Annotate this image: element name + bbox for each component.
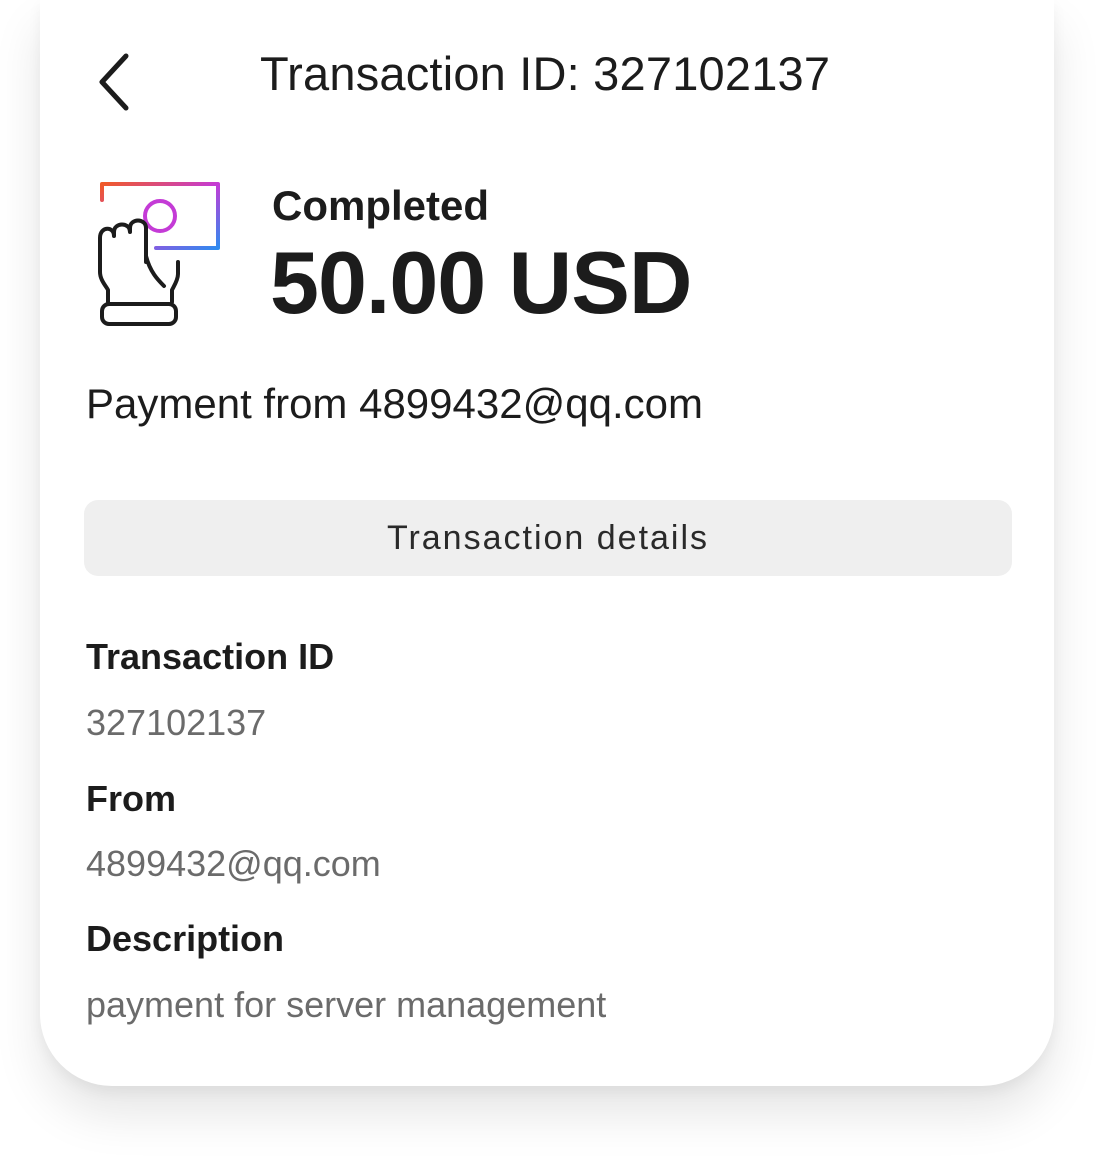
amount-text: 50.00 USD [270, 233, 692, 332]
header: Transaction ID: 327102137 [40, 36, 1054, 128]
description-value: payment for server management [86, 984, 607, 1025]
from-value: 4899432@qq.com [86, 843, 381, 884]
description-label: Description [86, 918, 285, 959]
page-title: Transaction ID: 327102137 [260, 47, 831, 100]
transaction-id-value: 327102137 [86, 702, 267, 743]
hand-card-payment-icon [98, 182, 220, 326]
transaction-id-label: Transaction ID [86, 636, 335, 677]
transaction-summary: Completed 50.00 USD [94, 174, 994, 334]
back-button[interactable] [82, 50, 146, 114]
from-label: From [86, 778, 176, 819]
status-text: Completed [272, 182, 490, 229]
transaction-details-button[interactable]: Transaction details [84, 500, 1012, 576]
chevron-left-icon [99, 53, 129, 111]
payment-from-text: Payment from 4899432@qq.com [86, 380, 703, 427]
transaction-card: Transaction ID: 327102137 Completed 50.0… [40, 0, 1054, 1086]
